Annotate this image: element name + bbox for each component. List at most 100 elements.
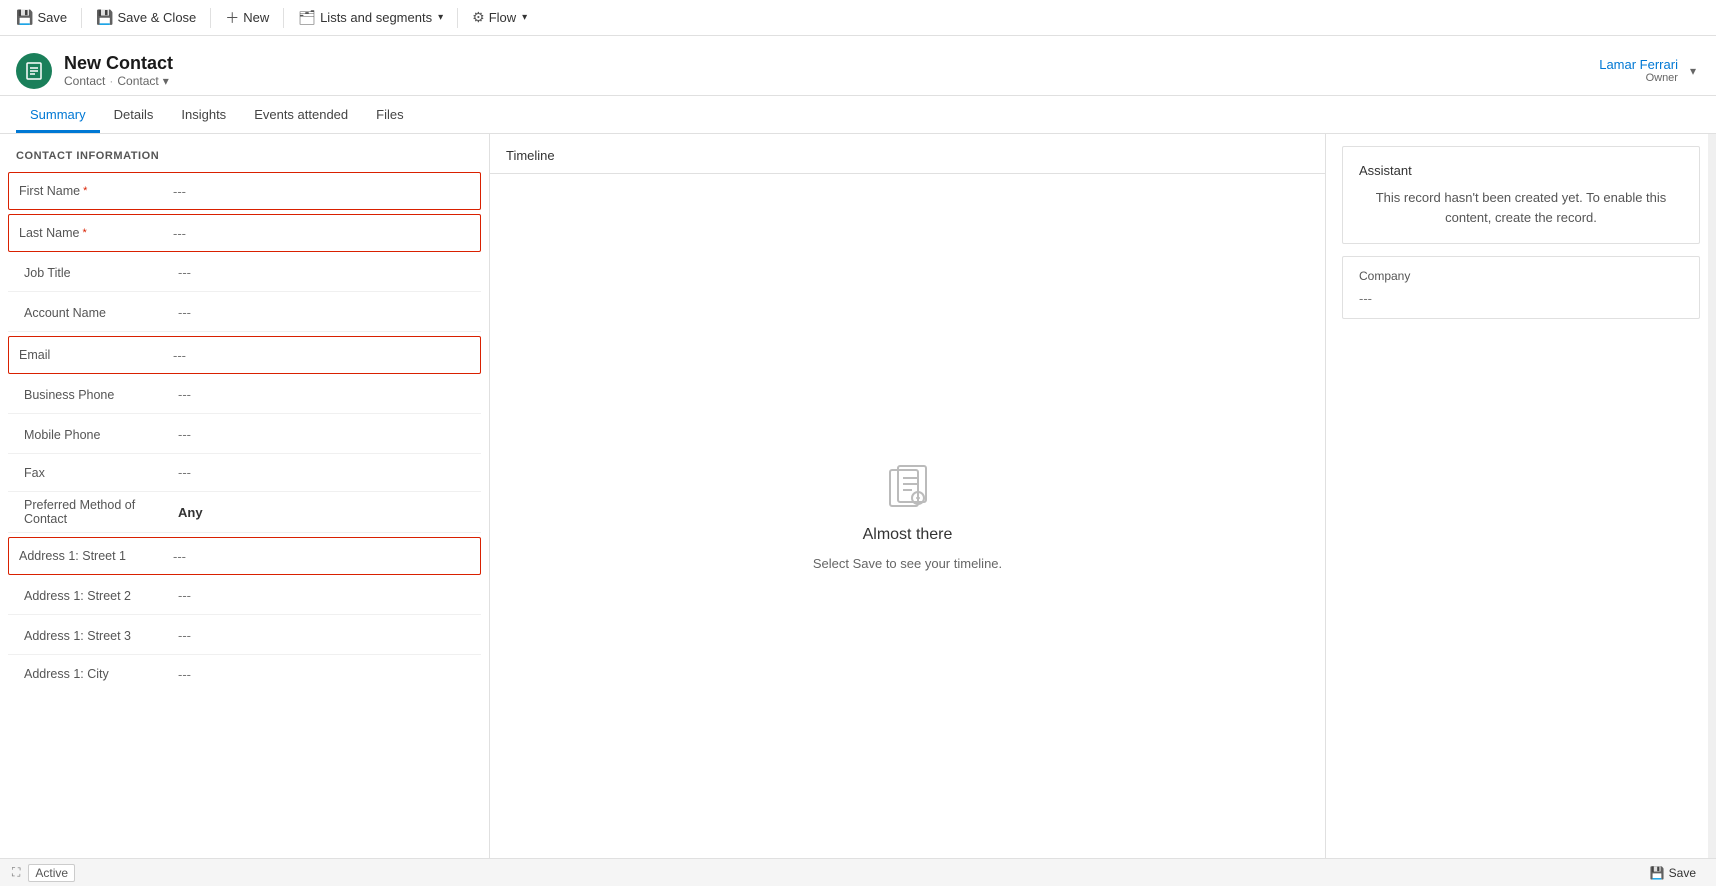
header-chevron-button[interactable]: ▾ [1686, 60, 1700, 82]
preferred-method-value[interactable]: Any [174, 503, 465, 522]
mobile-phone-label: Mobile Phone [24, 428, 174, 442]
account-name-value[interactable]: --- [174, 303, 465, 322]
breadcrumb-separator: · [109, 74, 113, 88]
new-button[interactable]: ＋ New [217, 2, 277, 34]
main-content: CONTACT INFORMATION First Name * --- Las… [0, 134, 1716, 858]
last-name-label: Last Name * [19, 226, 169, 240]
toolbar-separator-3 [283, 8, 284, 28]
breadcrumb-contact-link2[interactable]: Contact [117, 74, 158, 88]
address1-city-value[interactable]: --- [174, 665, 465, 684]
first-name-value[interactable]: --- [169, 182, 470, 201]
mobile-phone-value[interactable]: --- [174, 425, 465, 444]
breadcrumb-contact-link[interactable]: Contact [64, 74, 105, 88]
fax-row: Fax --- [8, 454, 481, 492]
flow-button[interactable]: ⚙ Flow ▾ [464, 2, 535, 34]
address1-street3-label: Address 1: Street 3 [24, 629, 174, 643]
status-active-area: Active [28, 864, 75, 882]
job-title-row: Job Title --- [8, 254, 481, 292]
flow-icon: ⚙ [472, 9, 485, 26]
address1-street1-label: Address 1: Street 1 [19, 549, 169, 563]
fax-label: Fax [24, 466, 174, 480]
lists-segments-button[interactable]: 🗂 Lists and segments ▾ [290, 2, 451, 34]
address1-street3-value[interactable]: --- [174, 626, 465, 645]
job-title-value[interactable]: --- [174, 263, 465, 282]
breadcrumb-dropdown-icon[interactable]: ▾ [163, 74, 169, 88]
email-value[interactable]: --- [169, 346, 470, 365]
save-button[interactable]: 💾 Save [8, 2, 75, 34]
expand-icon[interactable]: ⛶ [12, 865, 20, 880]
address1-street3-row: Address 1: Street 3 --- [8, 617, 481, 655]
company-card: Company --- [1342, 256, 1700, 319]
status-save-icon: 💾 [1650, 866, 1665, 880]
tab-events-attended[interactable]: Events attended [240, 99, 362, 133]
toolbar-separator-1 [81, 8, 82, 28]
address1-street2-label: Address 1: Street 2 [24, 589, 174, 603]
new-label: New [243, 10, 269, 25]
owner-label: Owner [1599, 72, 1678, 84]
page-header: New Contact Contact · Contact ▾ Lamar Fe… [0, 36, 1716, 96]
status-left: ⛶ Active [12, 864, 75, 882]
email-label: Email [19, 348, 169, 362]
lists-dropdown-icon: ▾ [438, 12, 443, 23]
preferred-method-row: Preferred Method of Contact Any [8, 492, 481, 533]
owner-name[interactable]: Lamar Ferrari [1599, 57, 1678, 72]
right-panel: Assistant This record hasn't been create… [1326, 134, 1716, 858]
timeline-almost-there: Almost there [863, 526, 953, 544]
status-save-label: Save [1669, 866, 1696, 880]
toolbar-separator-4 [457, 8, 458, 28]
owner-block: Lamar Ferrari Owner [1599, 57, 1678, 84]
company-title: Company [1359, 269, 1683, 283]
status-bar: ⛶ Active 💾 Save [0, 858, 1716, 886]
business-phone-value[interactable]: --- [174, 385, 465, 404]
page-title-block: New Contact Contact · Contact ▾ [64, 53, 173, 88]
timeline-empty-icon [882, 462, 934, 514]
left-panel: CONTACT INFORMATION First Name * --- Las… [0, 134, 490, 858]
timeline-subtext: Select Save to see your timeline. [813, 556, 1002, 571]
status-active-badge[interactable]: Active [28, 864, 75, 882]
fax-value[interactable]: --- [174, 463, 465, 482]
first-name-row[interactable]: First Name * --- [8, 172, 481, 210]
mobile-phone-row: Mobile Phone --- [8, 416, 481, 454]
toolbar-separator-2 [210, 8, 211, 28]
status-right: 💾 Save [1642, 864, 1704, 882]
first-name-label: First Name * [19, 184, 169, 198]
tabs: Summary Details Insights Events attended… [0, 96, 1716, 134]
tab-files[interactable]: Files [362, 99, 417, 133]
page-title: New Contact [64, 53, 173, 74]
job-title-label: Job Title [24, 266, 174, 280]
tab-details[interactable]: Details [100, 99, 168, 133]
timeline-body: Almost there Select Save to see your tim… [490, 174, 1325, 858]
save-close-icon: 💾 [96, 9, 113, 26]
preferred-method-label: Preferred Method of Contact [24, 498, 174, 526]
address1-street1-row[interactable]: Address 1: Street 1 --- [8, 537, 481, 575]
contact-info-section-title: CONTACT INFORMATION [0, 146, 489, 170]
save-close-label: Save & Close [118, 10, 197, 25]
header-right: Lamar Ferrari Owner ▾ [1599, 57, 1700, 84]
address1-street1-value[interactable]: --- [169, 547, 470, 566]
business-phone-label: Business Phone [24, 388, 174, 402]
middle-panel: Timeline Almost there Select Save to see… [490, 134, 1326, 858]
flow-dropdown-icon: ▾ [522, 12, 527, 23]
tab-summary[interactable]: Summary [16, 99, 100, 133]
email-row[interactable]: Email --- [8, 336, 481, 374]
right-scrollbar[interactable] [1708, 134, 1716, 858]
address1-city-label: Address 1: City [24, 667, 174, 681]
address1-city-row: Address 1: City --- [8, 655, 481, 693]
last-name-row[interactable]: Last Name * --- [8, 214, 481, 252]
assistant-body: This record hasn't been created yet. To … [1359, 188, 1683, 227]
assistant-card: Assistant This record hasn't been create… [1342, 146, 1700, 244]
save-close-button[interactable]: 💾 Save & Close [88, 2, 204, 34]
address1-street2-value[interactable]: --- [174, 586, 465, 605]
toolbar: 💾 Save 💾 Save & Close ＋ New 🗂 Lists and … [0, 0, 1716, 36]
address1-street2-row: Address 1: Street 2 --- [8, 577, 481, 615]
company-value[interactable]: --- [1359, 291, 1683, 306]
lists-icon: 🗂 [298, 9, 316, 26]
tab-insights[interactable]: Insights [167, 99, 240, 133]
breadcrumb: Contact · Contact ▾ [64, 74, 173, 88]
account-name-row: Account Name --- [8, 294, 481, 332]
account-name-label: Account Name [24, 306, 174, 320]
save-icon: 💾 [16, 9, 33, 26]
last-name-value[interactable]: --- [169, 224, 470, 243]
status-save-button[interactable]: 💾 Save [1642, 864, 1704, 882]
timeline-header: Timeline [490, 134, 1325, 174]
